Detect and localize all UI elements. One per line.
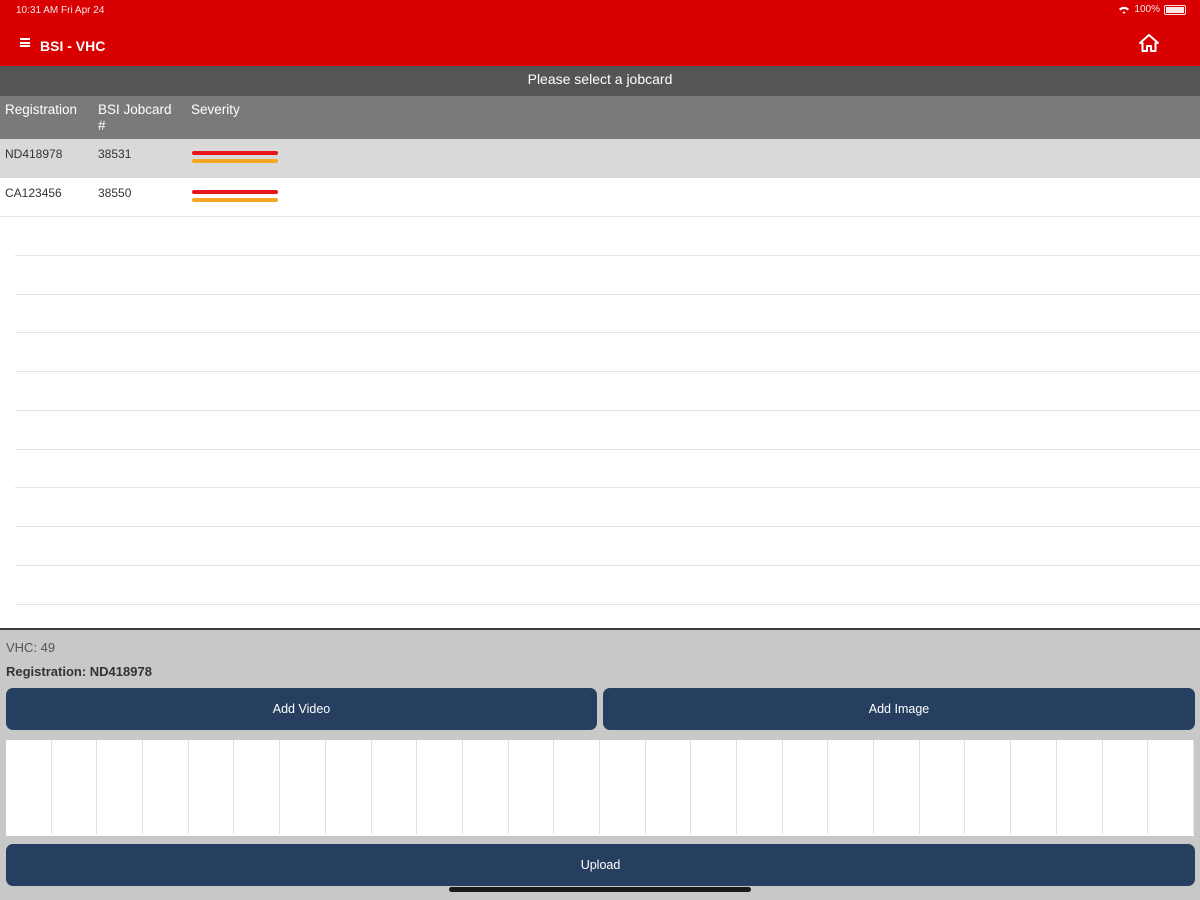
media-slot[interactable] — [372, 740, 418, 834]
jobcard-detail-panel: VHC: 49 Registration: ND418978 Add Video… — [0, 628, 1200, 900]
media-slot[interactable] — [920, 740, 966, 834]
registration-cell: CA123456 — [5, 186, 62, 200]
battery-icon — [1164, 4, 1186, 15]
column-header-jobcard: BSI Jobcard # — [98, 102, 172, 134]
vhc-number: VHC: 49 — [6, 640, 56, 655]
list-separator — [15, 487, 1200, 488]
media-slot[interactable] — [1057, 740, 1103, 834]
media-thumbnail-strip[interactable] — [6, 740, 1194, 836]
media-slot[interactable] — [1148, 740, 1194, 834]
media-slot[interactable] — [828, 740, 875, 834]
list-separator — [15, 565, 1200, 566]
status-indicators: 100% — [1118, 4, 1186, 15]
media-slot[interactable] — [1011, 740, 1057, 834]
list-separator — [15, 526, 1200, 527]
battery-percent: 100% — [1134, 4, 1160, 15]
media-slot[interactable] — [234, 740, 281, 834]
media-slot[interactable] — [143, 740, 189, 834]
severity-indicator — [190, 148, 280, 164]
wifi-icon — [1119, 6, 1130, 14]
severity-red-bar — [192, 151, 278, 155]
add-image-button[interactable]: Add Image — [603, 688, 1195, 730]
list-separator — [15, 371, 1200, 372]
list-separator — [15, 410, 1200, 411]
media-slot[interactable] — [6, 740, 52, 834]
severity-amber-bar — [192, 159, 278, 163]
column-header-registration: Registration — [5, 102, 78, 117]
table-row[interactable]: CA123456 38550 — [0, 178, 1200, 217]
media-slot[interactable] — [509, 740, 555, 834]
media-slot[interactable] — [1103, 740, 1149, 834]
media-slot[interactable] — [463, 740, 509, 834]
severity-indicator — [190, 187, 280, 203]
column-header-jobcard-line2: # — [98, 118, 106, 133]
media-slot[interactable] — [52, 740, 98, 834]
media-slot[interactable] — [874, 740, 920, 834]
media-slot[interactable] — [783, 740, 829, 834]
status-time: 10:31 AM Fri Apr 24 — [16, 5, 105, 16]
registration-cell: ND418978 — [5, 147, 63, 161]
jobcard-cell: 38550 — [98, 186, 132, 200]
media-slot[interactable] — [737, 740, 783, 834]
list-separator — [15, 449, 1200, 450]
upload-button[interactable]: Upload — [6, 844, 1195, 886]
list-separator — [15, 255, 1200, 256]
media-slot[interactable] — [417, 740, 463, 834]
table-row[interactable]: ND418978 38531 — [0, 139, 1200, 178]
column-header-jobcard-line1: BSI Jobcard — [98, 102, 172, 117]
severity-red-bar — [192, 190, 278, 194]
media-slot[interactable] — [554, 740, 600, 834]
media-slot[interactable] — [965, 740, 1012, 834]
media-slot[interactable] — [280, 740, 326, 834]
media-slot[interactable] — [600, 740, 646, 834]
app-title: BSI - VHC — [40, 38, 106, 54]
list-separator — [15, 332, 1200, 333]
selected-registration: Registration: ND418978 — [6, 664, 152, 679]
app-header: 10:31 AM Fri Apr 24 100% BSI - VHC — [0, 0, 1200, 66]
page-prompt: Please select a jobcard — [0, 66, 1200, 96]
column-header-severity: Severity — [191, 102, 240, 117]
list-separator — [15, 294, 1200, 295]
media-slot[interactable] — [646, 740, 692, 834]
home-indicator[interactable] — [449, 887, 751, 892]
media-slot[interactable] — [326, 740, 372, 834]
home-icon[interactable] — [1138, 33, 1160, 53]
severity-amber-bar — [192, 198, 278, 202]
list-separator — [15, 604, 1200, 605]
media-slot[interactable] — [97, 740, 144, 834]
media-slot[interactable] — [691, 740, 737, 834]
table-header: Registration BSI Jobcard # Severity — [0, 96, 1200, 139]
jobcard-cell: 38531 — [98, 147, 132, 161]
add-video-button[interactable]: Add Video — [6, 688, 597, 730]
media-slot[interactable] — [189, 740, 235, 834]
menu-icon[interactable] — [20, 38, 30, 47]
